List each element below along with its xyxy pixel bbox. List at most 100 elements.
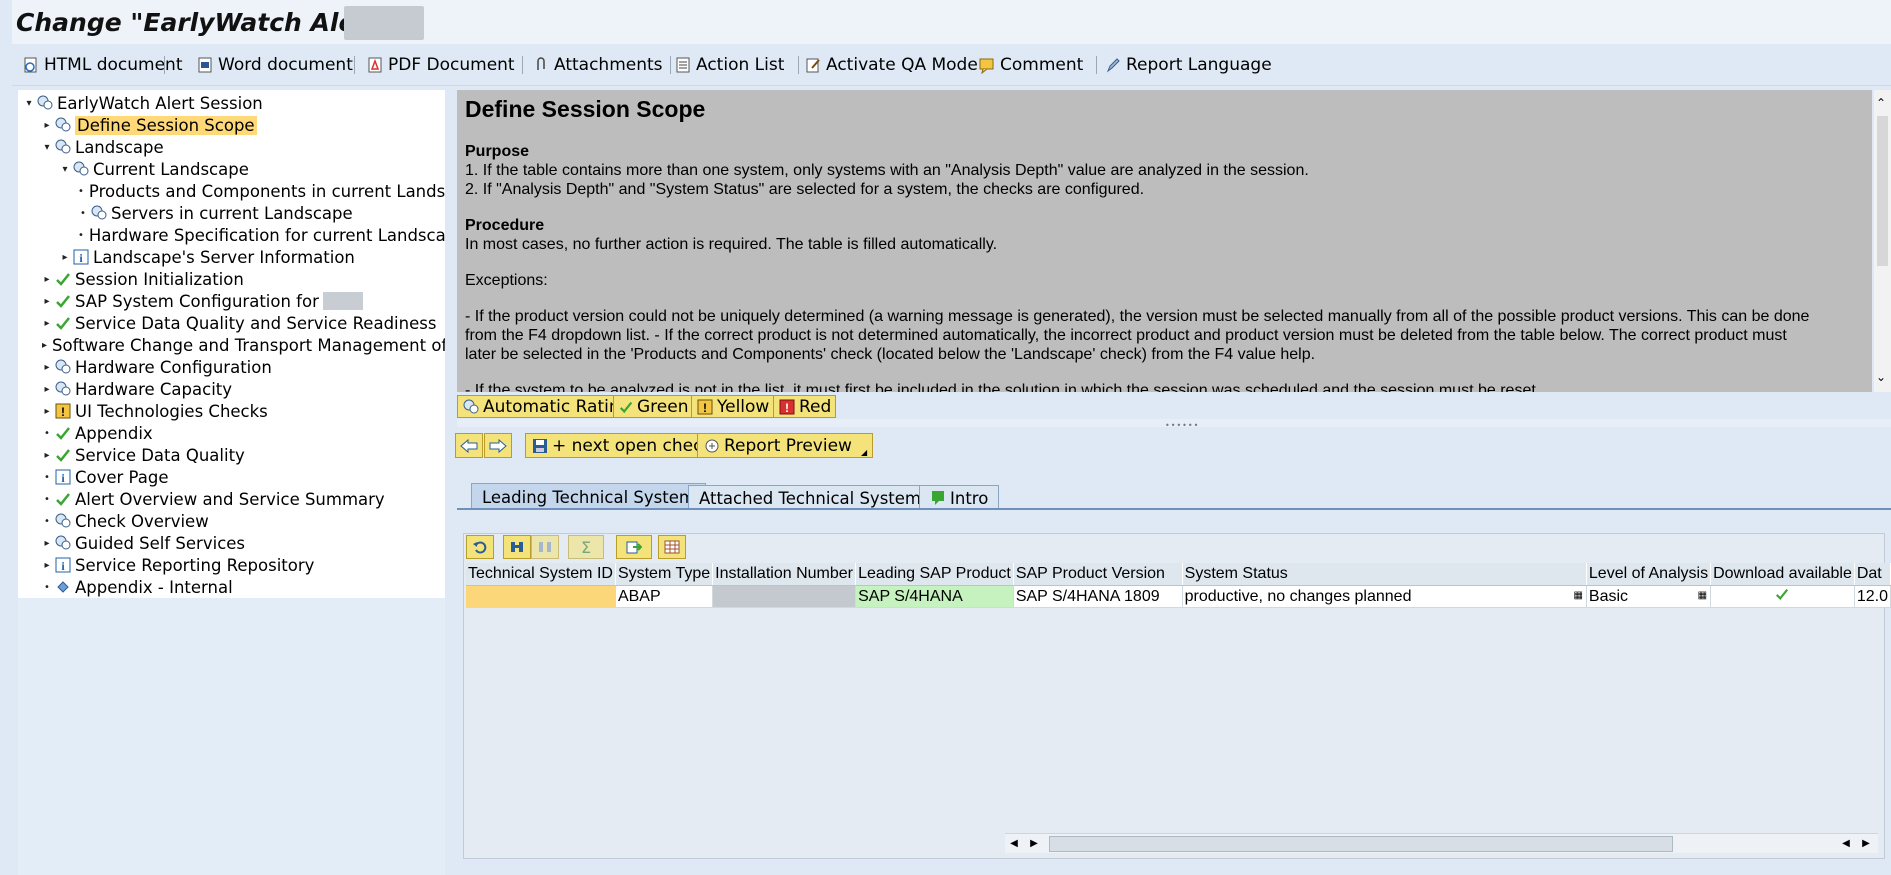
tree-node-hardware-configuration[interactable]: ▸ Hardware Configuration <box>42 356 272 378</box>
tree-label: Hardware Configuration <box>75 357 272 377</box>
system-type-cell[interactable]: ABAP <box>615 585 714 608</box>
redacted-text <box>322 292 363 310</box>
tree-node-current-landscape[interactable]: ▾ Current Landscape <box>60 158 248 180</box>
tree-node-landscape[interactable]: ▾ Landscape <box>42 136 163 158</box>
tree-node-check-overview[interactable]: • Check Overview <box>42 510 209 532</box>
level-of-analysis-cell[interactable]: Basic ▦ <box>1586 585 1712 608</box>
f4-help-icon[interactable]: ▦ <box>1698 590 1707 601</box>
column-header[interactable]: Download available <box>1710 563 1855 586</box>
horizontal-splitter[interactable]: •••••• <box>457 419 1891 430</box>
column-header[interactable]: Leading SAP Product <box>855 563 1014 586</box>
tree-node-service-reporting[interactable]: ▸ i Service Reporting Repository <box>42 554 314 576</box>
column-header[interactable]: SAP Product Version <box>1013 563 1183 586</box>
column-header[interactable]: Technical System ID <box>466 563 616 586</box>
undo-icon <box>473 541 487 554</box>
column-header[interactable]: Installation Number <box>712 563 857 586</box>
tree-node-define-session-scope[interactable]: ▸ Define Session Scope <box>42 114 257 136</box>
download-available-cell[interactable] <box>1710 585 1855 608</box>
f4-help-icon[interactable]: ▦ <box>1573 590 1582 601</box>
purpose-label: Purpose <box>465 143 530 160</box>
tree-node-cover-page[interactable]: • i Cover Page <box>42 466 168 488</box>
tree-node-sap-system-config[interactable]: ▸ SAP System Configuration for <box>42 290 363 312</box>
green-rating-button[interactable]: Green <box>613 395 694 418</box>
action-list-label: Action List <box>696 55 785 75</box>
find-next-button[interactable] <box>531 535 559 559</box>
html-document-button[interactable]: HTML document <box>22 53 182 77</box>
system-status-cell[interactable]: productive, no changes planned ▦ <box>1182 585 1587 608</box>
tree-label: Hardware Specification for current Lands… <box>88 225 445 245</box>
tree-node-ui-technologies[interactable]: ▸ ! UI Technologies Checks <box>42 400 267 422</box>
column-header[interactable]: System Type <box>615 563 714 586</box>
session-icon <box>463 399 479 413</box>
scroll-left-icon[interactable]: ◀ <box>1005 834 1023 853</box>
pdf-document-button[interactable]: PDF Document <box>366 53 515 77</box>
word-document-button[interactable]: Word document <box>196 53 353 77</box>
report-language-button[interactable]: Report Language <box>1104 53 1272 77</box>
tree-node-root[interactable]: ▾ EarlyWatch Alert Session <box>24 92 262 114</box>
date-cell[interactable]: 12.0 <box>1854 585 1891 608</box>
installation-number-cell[interactable] <box>712 585 857 608</box>
yellow-rating-button[interactable]: ! Yellow <box>691 395 775 418</box>
application-toolbar: HTML document Word document PDF Document… <box>12 45 1891 86</box>
tree-node-hardware-spec[interactable]: • Hardware Specification for current Lan… <box>78 224 445 246</box>
table-row[interactable]: ABAP SAP S/4HANA SAP S/4HANA 1809 produc… <box>466 585 1891 608</box>
technical-system-id-cell[interactable] <box>466 585 616 608</box>
tree-node-guided-self-services[interactable]: ▸ Guided Self Services <box>42 532 245 554</box>
scroll-right-icon[interactable]: ▶ <box>1025 834 1043 853</box>
scroll-left-end-icon[interactable]: ◀ <box>1837 834 1855 853</box>
info-scrollbar[interactable]: ⌃ ⌄ <box>1874 90 1891 392</box>
tree-node-software-change[interactable]: ▸ Software Change and Transport Manageme… <box>42 334 445 356</box>
check-icon <box>619 401 633 413</box>
session-icon <box>91 205 107 220</box>
table-horizontal-scrollbar[interactable]: ◀ ▶ ◀ ▶ <box>1005 833 1878 853</box>
tree-label: Alert Overview and Service Summary <box>75 489 385 509</box>
previous-button[interactable] <box>455 433 483 458</box>
tab-intro[interactable]: Intro <box>919 485 1000 510</box>
export-button[interactable] <box>616 535 652 559</box>
check-icon <box>56 493 70 506</box>
column-header[interactable]: System Status <box>1182 563 1587 586</box>
tree-node-hardware-capacity[interactable]: ▸ Hardware Capacity <box>42 378 232 400</box>
tree-node-session-initialization[interactable]: ▸ Session Initialization <box>42 268 244 290</box>
sum-button[interactable]: Σ <box>568 535 604 559</box>
tree-node-appendix[interactable]: • Appendix <box>42 422 153 444</box>
leading-sap-product-cell[interactable]: SAP S/4HANA <box>855 585 1014 608</box>
sap-product-version-cell[interactable]: SAP S/4HANA 1809 <box>1013 585 1183 608</box>
exceptions-label: Exceptions: <box>465 272 548 289</box>
system-status-value: productive, no changes planned <box>1184 587 1412 605</box>
list-icon <box>676 57 690 73</box>
comment-button[interactable]: Comment <box>978 53 1083 77</box>
tree-node-sdq-readiness[interactable]: ▸ Service Data Quality and Service Readi… <box>42 312 436 334</box>
tree-node-servers[interactable]: • Servers in current Landscape <box>78 202 353 224</box>
tab-label: Leading Technical System <box>482 487 695 507</box>
tree-node-service-data-quality[interactable]: ▸ Service Data Quality <box>42 444 244 466</box>
layout-button[interactable] <box>658 535 686 559</box>
scroll-right-end-icon[interactable]: ▶ <box>1857 834 1875 853</box>
tree-node-appendix-internal[interactable]: • Appendix - Internal <box>42 576 233 598</box>
activate-qa-mode-button[interactable]: Activate QA Mode <box>804 53 978 77</box>
vertical-splitter[interactable] <box>445 90 455 875</box>
tab-leading-technical-system[interactable]: Leading Technical System <box>471 483 706 510</box>
next-button[interactable] <box>484 433 512 458</box>
tree-node-products[interactable]: • Products and Components in current Lan… <box>78 180 445 202</box>
tree-node-alert-overview[interactable]: • Alert Overview and Service Summary <box>42 488 385 510</box>
next-open-check-button[interactable]: + next open check <box>525 433 719 458</box>
automatic-rating-button[interactable]: Automatic Rating <box>457 395 636 418</box>
warning-icon: ! <box>55 403 71 419</box>
report-preview-button[interactable]: Report Preview ◢ <box>697 433 874 458</box>
binoculars-next-icon <box>539 542 551 552</box>
session-icon <box>55 117 71 132</box>
tree-label: Session Initialization <box>75 269 244 289</box>
scroll-thumb[interactable] <box>1049 836 1673 852</box>
tree-node-server-info[interactable]: ▸ i Landscape's Server Information <box>60 246 354 268</box>
session-tree: ▾ EarlyWatch Alert Session ▸ Define Sess… <box>18 90 446 875</box>
find-button[interactable] <box>503 535 531 559</box>
red-rating-button[interactable]: ! Red <box>773 395 837 418</box>
preview-icon <box>705 439 719 452</box>
column-header[interactable]: Level of Analysis <box>1586 563 1712 586</box>
action-list-button[interactable]: Action List <box>674 53 784 77</box>
tab-attached-technical-systems[interactable]: Attached Technical Systems <box>688 485 941 510</box>
attachments-button[interactable]: Attachments <box>532 53 663 77</box>
column-header[interactable]: Dat <box>1854 563 1891 586</box>
undo-button[interactable] <box>466 535 494 559</box>
